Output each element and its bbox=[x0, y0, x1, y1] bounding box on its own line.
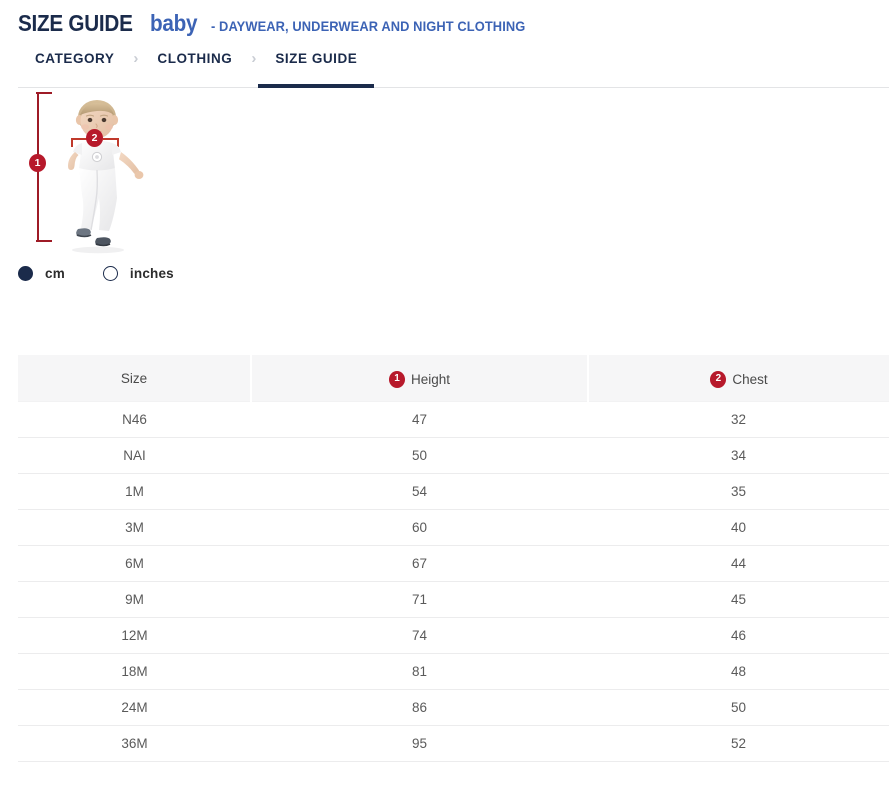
radio-cm-icon[interactable] bbox=[18, 266, 33, 281]
column-header-height-label: Height bbox=[411, 372, 450, 387]
cell-height: 67 bbox=[251, 545, 588, 581]
cell-height: 47 bbox=[251, 401, 588, 437]
cell-height: 81 bbox=[251, 653, 588, 689]
column-header-chest-label: Chest bbox=[732, 372, 767, 387]
column-header-size-label: Size bbox=[121, 371, 147, 386]
unit-selector: cm inches bbox=[18, 266, 212, 281]
cell-chest: 34 bbox=[588, 437, 889, 473]
table-row[interactable]: 9M 71 45 bbox=[18, 581, 889, 617]
cell-height: 54 bbox=[251, 473, 588, 509]
baby-figure: 1 2 bbox=[24, 90, 184, 265]
table-row[interactable]: 36M 95 52 bbox=[18, 725, 889, 761]
cell-size: 18M bbox=[18, 653, 251, 689]
cell-height: 71 bbox=[251, 581, 588, 617]
cell-size: 1M bbox=[18, 473, 251, 509]
cell-height: 50 bbox=[251, 437, 588, 473]
unit-option-cm-label: cm bbox=[45, 266, 65, 281]
measurement-figure-area: 1 2 cm inches bbox=[0, 90, 889, 355]
column-header-chest[interactable]: 2 Chest bbox=[588, 355, 889, 401]
radio-inches-icon[interactable] bbox=[103, 266, 118, 281]
unit-option-inches-label: inches bbox=[130, 266, 174, 281]
cell-chest: 50 bbox=[588, 689, 889, 725]
cell-size: 12M bbox=[18, 617, 251, 653]
cell-size: N46 bbox=[18, 401, 251, 437]
cell-size: 6M bbox=[18, 545, 251, 581]
baby-photo-icon bbox=[56, 98, 160, 258]
chest-marker-badge: 2 bbox=[86, 129, 103, 147]
cell-size: 9M bbox=[18, 581, 251, 617]
page-title-main: SIZE GUIDE bbox=[18, 12, 133, 35]
table-row[interactable]: 12M 74 46 bbox=[18, 617, 889, 653]
height-badge-icon: 1 bbox=[389, 371, 405, 388]
chevron-right-icon: › bbox=[131, 49, 140, 67]
size-guide-table: Size 1 Height 2 Chest N46 47 32 bbox=[18, 355, 889, 762]
column-header-height[interactable]: 1 Height bbox=[251, 355, 588, 401]
page-title: SIZE GUIDE baby - DAYWEAR, UNDERWEAR AND… bbox=[18, 12, 889, 35]
cell-size: 3M bbox=[18, 509, 251, 545]
cell-chest: 48 bbox=[588, 653, 889, 689]
cell-chest: 35 bbox=[588, 473, 889, 509]
breadcrumb-item-size-guide[interactable]: SIZE GUIDE bbox=[258, 49, 374, 88]
table-row[interactable]: 1M 54 35 bbox=[18, 473, 889, 509]
breadcrumb: CATEGORY › CLOTHING › SIZE GUIDE bbox=[0, 49, 889, 88]
cell-chest: 32 bbox=[588, 401, 889, 437]
cell-size: 24M bbox=[18, 689, 251, 725]
page-title-tagline: - DAYWEAR, UNDERWEAR AND NIGHT CLOTHING bbox=[211, 19, 525, 33]
cell-chest: 40 bbox=[588, 509, 889, 545]
table-row[interactable]: N46 47 32 bbox=[18, 401, 889, 437]
column-header-size[interactable]: Size bbox=[18, 355, 251, 401]
table-row[interactable]: 3M 60 40 bbox=[18, 509, 889, 545]
cell-size: 36M bbox=[18, 725, 251, 761]
cell-chest: 45 bbox=[588, 581, 889, 617]
cell-size: NAI bbox=[18, 437, 251, 473]
page-title-category: baby bbox=[150, 12, 197, 35]
breadcrumb-item-clothing[interactable]: CLOTHING bbox=[140, 49, 249, 88]
table-header-row: Size 1 Height 2 Chest bbox=[18, 355, 889, 401]
breadcrumb-item-category[interactable]: CATEGORY bbox=[18, 49, 131, 88]
cell-chest: 52 bbox=[588, 725, 889, 761]
cell-height: 60 bbox=[251, 509, 588, 545]
chest-badge-icon: 2 bbox=[710, 371, 726, 388]
table-header: Size 1 Height 2 Chest bbox=[18, 355, 889, 401]
table-row[interactable]: NAI 50 34 bbox=[18, 437, 889, 473]
chevron-right-icon: › bbox=[249, 49, 258, 67]
cell-chest: 44 bbox=[588, 545, 889, 581]
page-header: SIZE GUIDE baby - DAYWEAR, UNDERWEAR AND… bbox=[0, 0, 889, 35]
height-marker-badge: 1 bbox=[29, 154, 46, 172]
cell-height: 95 bbox=[251, 725, 588, 761]
cell-height: 74 bbox=[251, 617, 588, 653]
unit-option-cm[interactable]: cm bbox=[18, 266, 65, 281]
cell-height: 86 bbox=[251, 689, 588, 725]
table-row[interactable]: 24M 86 50 bbox=[18, 689, 889, 725]
table-body: N46 47 32 NAI 50 34 1M 54 35 3M 60 40 6M… bbox=[18, 401, 889, 761]
table-row[interactable]: 6M 67 44 bbox=[18, 545, 889, 581]
table-row[interactable]: 18M 81 48 bbox=[18, 653, 889, 689]
unit-option-inches[interactable]: inches bbox=[103, 266, 174, 281]
cell-chest: 46 bbox=[588, 617, 889, 653]
